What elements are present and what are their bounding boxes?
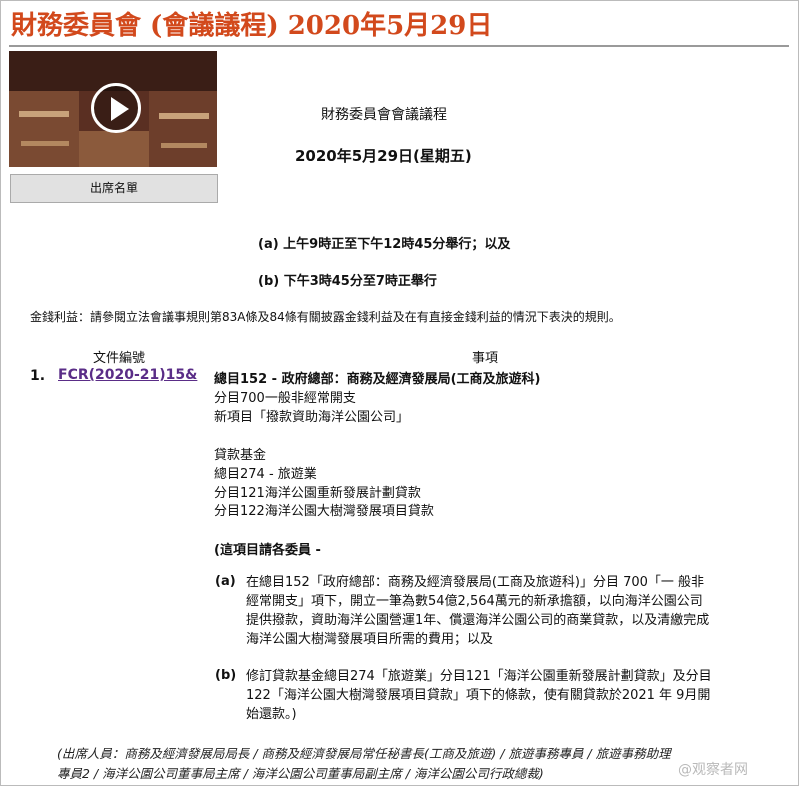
- text-line: (出席人員：商務及經濟發展局局長 / 商務及經濟發展局常任秘書長(工商及旅遊) …: [57, 746, 671, 761]
- agenda-date: 2020年5月29日(星期五): [295, 147, 472, 165]
- page-title: 財務委員會 (會議議程) 2020年5月29日: [11, 11, 493, 41]
- text-line: 海洋公園大樹灣發展項目所需的費用；以及: [246, 632, 494, 647]
- session-time-a: (a) 上午9時正至下午12時45分舉行；以及: [258, 237, 511, 252]
- document-link[interactable]: FCR(2020-21)15&: [58, 367, 197, 383]
- item-line: 分目700一般非經常開支: [214, 391, 356, 406]
- video-thumbnail[interactable]: [9, 51, 217, 167]
- watermark: @观察者网: [678, 762, 748, 778]
- text-line: 經常開支」項下，開立一筆為數54億2,564萬元的新承擔額，以向海洋公園公司: [246, 594, 703, 609]
- attendance-list-button[interactable]: 出席名單: [10, 174, 218, 203]
- item-line: 分目121海洋公園重新發展計劃貸款: [214, 486, 421, 501]
- sub-item-a-label: (a): [215, 574, 236, 589]
- item-line: 總目152 - 政府總部：商務及經濟發展局(工商及旅遊科): [214, 372, 541, 387]
- text-line: 修訂貸款基金總目274「旅遊業」分目121「海洋公園重新發展計劃貸款」及分目: [246, 669, 712, 684]
- title-divider: [9, 45, 789, 47]
- sub-item-b-label: (b): [215, 668, 237, 683]
- text-line: 始還款。): [246, 707, 297, 722]
- item-line: 分目122海洋公園大樹灣發展項目貸款: [214, 504, 434, 519]
- play-icon[interactable]: [91, 83, 141, 133]
- sub-item-a-text: 在總目152「政府總部：商務及經濟發展局(工商及旅遊科)」分目 700「一 般非…: [246, 573, 766, 649]
- text-line: 專員2 / 海洋公園公司董事局主席 / 海洋公園公司董事局副主席 / 海洋公園公…: [57, 766, 544, 781]
- item-line: 貸款基金: [214, 448, 267, 463]
- column-header-document: 文件編號: [93, 351, 146, 366]
- column-header-item: 事項: [472, 351, 499, 366]
- item-number: 1.: [30, 368, 46, 384]
- text-line: 在總目152「政府總部：商務及經濟發展局(工商及旅遊科)」分目 700「一 般非: [246, 575, 705, 590]
- pecuniary-interest-notice: 金錢利益：請參閱立法會議事規則第83A條及84條有關披露金錢利益及在有直接金錢利…: [30, 310, 621, 324]
- agenda-title: 財務委員會會議議程: [321, 107, 447, 123]
- sub-item-b-text: 修訂貸款基金總目274「旅遊業」分目121「海洋公園重新發展計劃貸款」及分目 1…: [246, 667, 766, 724]
- invite-line: (這項目請各委員 -: [214, 543, 321, 558]
- attendees-note: (出席人員：商務及經濟發展局局長 / 商務及經濟發展局常任秘書長(工商及旅遊) …: [57, 744, 757, 784]
- item-line: 總目274 - 旅遊業: [214, 467, 317, 482]
- text-line: 122「海洋公園大樹灣發展項目貸款」項下的條款，使有關貸款於2021 年 9月開: [246, 688, 711, 703]
- session-time-b: (b) 下午3時45分至7時正舉行: [258, 274, 437, 289]
- text-line: 提供撥款，資助海洋公園營運1年、償還海洋公園公司的商業貸款，以及清繳完成: [246, 613, 710, 628]
- item-line: 新項目「撥款資助海洋公園公司」: [214, 410, 410, 425]
